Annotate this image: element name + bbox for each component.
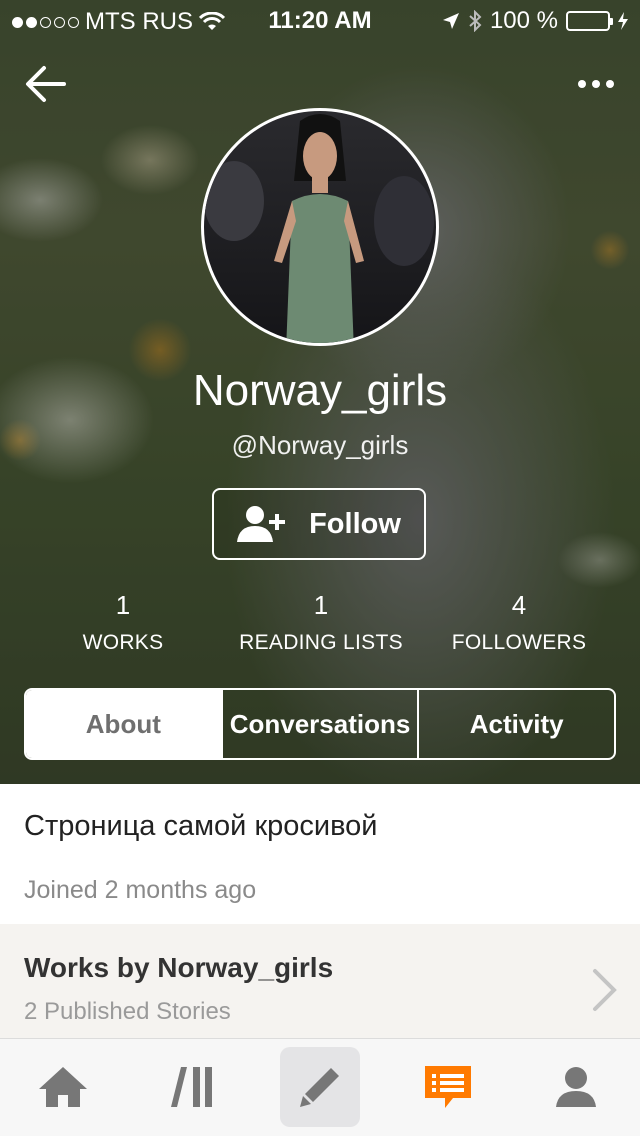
bluetooth-icon bbox=[469, 10, 482, 32]
profile-header-background: MTS RUS 11:20 AM 100 % Norway_girls @Nor… bbox=[0, 0, 640, 784]
stat-reading-lists-value: 1 bbox=[313, 590, 329, 620]
stat-followers-label: FOLLOWERS bbox=[451, 631, 587, 654]
profile-bio: Строница самой кросивой bbox=[24, 810, 378, 842]
stat-reading-lists-label: READING LISTS bbox=[239, 631, 403, 654]
follow-button[interactable]: Follow bbox=[212, 488, 426, 560]
add-user-icon bbox=[237, 506, 286, 542]
back-button[interactable] bbox=[24, 62, 68, 106]
tab-write[interactable] bbox=[280, 1047, 360, 1127]
tab-conversations[interactable]: Conversations bbox=[220, 690, 418, 758]
location-arrow-icon bbox=[442, 13, 459, 29]
follow-label: Follow bbox=[309, 507, 401, 540]
works-count: 2 Published Stories bbox=[24, 998, 231, 1025]
tab-profile[interactable] bbox=[536, 1047, 616, 1127]
profile-tabs: About Conversations Activity bbox=[24, 688, 616, 760]
stat-followers-value: 4 bbox=[511, 590, 527, 620]
profile-avatar bbox=[201, 108, 439, 346]
stat-works[interactable]: 1 WORKS bbox=[23, 590, 223, 655]
bottom-tab-bar bbox=[0, 1038, 640, 1136]
back-arrow-icon bbox=[26, 66, 66, 102]
write-icon bbox=[300, 1068, 339, 1107]
chevron-right-icon bbox=[593, 969, 617, 1011]
home-icon bbox=[39, 1067, 87, 1107]
library-icon bbox=[171, 1067, 212, 1107]
battery-icon bbox=[566, 11, 613, 31]
more-options-button[interactable] bbox=[576, 70, 616, 98]
stat-works-value: 1 bbox=[115, 590, 131, 620]
tab-messages[interactable] bbox=[408, 1047, 488, 1127]
stat-followers[interactable]: 4 FOLLOWERS bbox=[419, 590, 619, 655]
stat-works-label: WORKS bbox=[82, 631, 164, 654]
tab-library[interactable] bbox=[152, 1047, 232, 1127]
tab-home[interactable] bbox=[23, 1047, 103, 1127]
profile-handle: @Norway_girls bbox=[231, 430, 409, 460]
profile-name: Norway_girls bbox=[192, 366, 448, 415]
works-section-row[interactable]: Works by Norway_girls 2 Published Storie… bbox=[0, 924, 640, 1038]
joined-date: Joined 2 months ago bbox=[24, 876, 257, 904]
status-bar: MTS RUS 11:20 AM 100 % bbox=[0, 0, 640, 40]
works-title: Works by Norway_girls bbox=[24, 952, 334, 983]
more-dots-icon bbox=[578, 80, 614, 88]
tab-activity[interactable]: Activity bbox=[417, 690, 614, 758]
messages-icon bbox=[425, 1066, 471, 1108]
tab-about[interactable]: About bbox=[26, 690, 221, 758]
profile-icon bbox=[556, 1067, 596, 1107]
avatar-photo bbox=[204, 114, 434, 343]
battery-percent: 100 % bbox=[489, 7, 558, 34]
charging-bolt-icon bbox=[618, 12, 628, 30]
stat-reading-lists[interactable]: 1 READING LISTS bbox=[221, 590, 421, 655]
